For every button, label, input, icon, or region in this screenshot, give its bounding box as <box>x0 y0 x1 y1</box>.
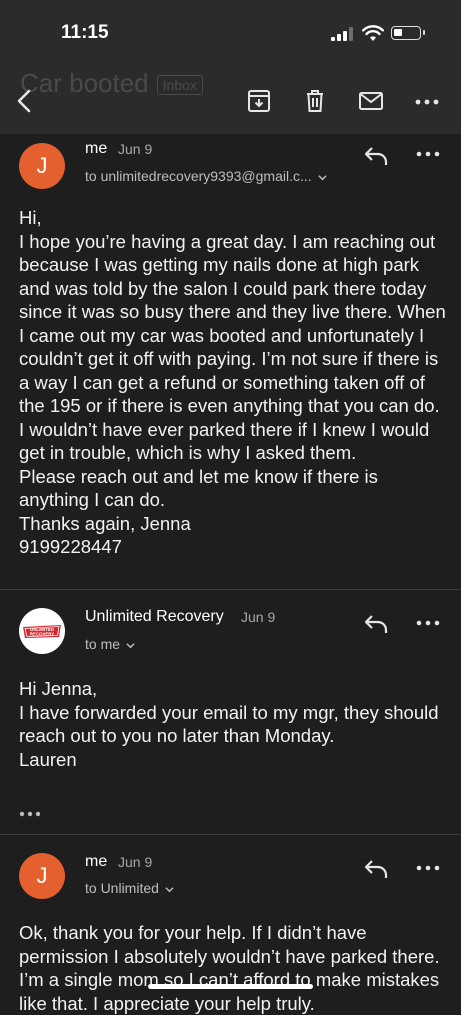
message-date: Jun 9 <box>118 141 153 157</box>
message-body: Ok, thank you for your help. If I didn’t… <box>19 922 440 1014</box>
inbox-label[interactable]: Inbox <box>156 75 203 96</box>
sender-logo-avatar[interactable]: UNLIMITED RECOVERY <box>19 608 65 654</box>
chevron-down-icon <box>318 174 327 181</box>
sender-avatar[interactable]: J <box>19 853 65 899</box>
reply-icon[interactable] <box>363 858 389 880</box>
home-indicator[interactable] <box>148 984 313 989</box>
sender-name: me <box>85 853 108 870</box>
trash-icon[interactable] <box>302 88 328 114</box>
more-icon[interactable] <box>414 88 440 114</box>
more-icon[interactable] <box>416 864 440 872</box>
show-trimmed-content-icon[interactable] <box>19 810 41 818</box>
subject-title: Car booted Inbox <box>20 68 203 99</box>
svg-text:RECOVERY: RECOVERY <box>30 632 55 637</box>
archive-icon[interactable] <box>246 88 272 114</box>
sender-avatar[interactable]: J <box>19 143 65 189</box>
message-divider <box>0 834 461 835</box>
recipients-toggle[interactable]: to me <box>85 636 135 652</box>
chevron-down-icon <box>165 886 174 893</box>
sender-name: me <box>85 140 108 157</box>
reply-icon[interactable] <box>363 613 389 635</box>
wifi-icon <box>362 25 384 41</box>
battery-icon <box>391 26 425 40</box>
chevron-down-icon <box>126 642 135 649</box>
more-icon[interactable] <box>416 150 440 158</box>
recipients-toggle[interactable]: to unlimitedrecovery9393@gmail.c... <box>85 168 327 184</box>
signal-icon <box>331 27 353 41</box>
status-bar: 11:15 <box>0 0 461 60</box>
unlimited-recovery-logo: UNLIMITED RECOVERY <box>23 625 61 638</box>
app-bar: Car booted Inbox <box>0 60 461 134</box>
recipients-text: to Unlimited <box>85 880 159 896</box>
message-body: Hi Jenna, I have forwarded your email to… <box>19 678 439 770</box>
back-arrow-icon[interactable] <box>12 88 38 114</box>
subject-text: Car booted <box>20 68 149 98</box>
message-date: Jun 9 <box>118 854 153 870</box>
more-icon[interactable] <box>416 619 440 627</box>
recipients-text: to me <box>85 636 121 652</box>
reply-icon[interactable] <box>363 145 389 167</box>
status-time: 11:15 <box>61 22 109 43</box>
sender-name: Unlimited Recovery <box>85 608 224 625</box>
recipients-text: to unlimitedrecovery9393@gmail.c... <box>85 168 312 184</box>
message-divider <box>0 589 461 590</box>
recipients-toggle[interactable]: to Unlimited <box>85 880 174 896</box>
message-date: Jun 9 <box>241 609 276 625</box>
message-body: Hi, I hope you’re having a great day. I … <box>19 207 446 557</box>
mail-icon[interactable] <box>358 88 384 114</box>
